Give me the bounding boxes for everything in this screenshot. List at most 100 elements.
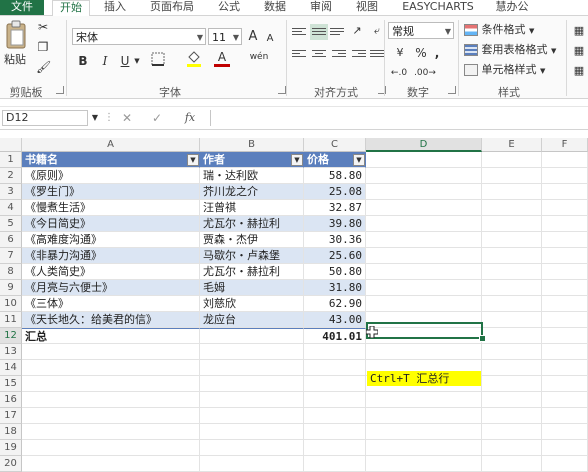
tab-home[interactable]: 开始 <box>52 0 90 17</box>
filter-dropdown-icon[interactable]: ▼ <box>187 154 199 166</box>
cell[interactable] <box>482 184 542 200</box>
table-cell[interactable]: 《三体》 <box>22 296 200 312</box>
column-header-d[interactable]: D <box>366 138 482 152</box>
row-header[interactable]: 17 <box>0 408 22 424</box>
cell[interactable] <box>304 440 366 456</box>
cell[interactable] <box>200 376 304 392</box>
number-format-combo[interactable]: 常规 ▼ <box>388 22 454 39</box>
cell[interactable] <box>366 344 482 360</box>
cell[interactable] <box>482 200 542 216</box>
font-color-button[interactable]: A <box>214 50 230 68</box>
row-header[interactable]: 7 <box>0 248 22 264</box>
font-size-combo[interactable]: 11 ▼ <box>208 28 242 45</box>
copy-icon[interactable]: ❐ <box>36 38 50 56</box>
cell[interactable] <box>200 440 304 456</box>
insert-function-icon[interactable]: fx <box>182 109 198 127</box>
column-header-b[interactable]: B <box>200 138 304 152</box>
table-cell[interactable]: 马歇尔・卢森堡 <box>200 248 304 264</box>
comma-button[interactable]: , <box>430 44 444 62</box>
cell[interactable] <box>366 232 482 248</box>
cell[interactable] <box>542 296 588 312</box>
table-cell[interactable]: 尤瓦尔・赫拉利 <box>200 216 304 232</box>
table-cell[interactable]: 58.80 <box>304 168 366 184</box>
row-header[interactable]: 13 <box>0 344 22 360</box>
orientation-icon[interactable]: ↗ <box>350 22 364 40</box>
row-header[interactable]: 12 <box>0 328 22 344</box>
enter-icon[interactable]: ✓ <box>150 109 164 127</box>
table-header-cell[interactable]: 书籍名 <box>22 152 200 168</box>
table-header-cell[interactable]: 作者 <box>200 152 304 168</box>
cell[interactable] <box>366 440 482 456</box>
table-cell[interactable]: 25.08 <box>304 184 366 200</box>
font-launcher-icon[interactable] <box>278 86 286 94</box>
wrap-text-icon[interactable]: ⤶ <box>370 22 384 40</box>
cancel-icon[interactable]: ✕ <box>120 109 134 127</box>
tab-page-layout[interactable]: 页面布局 <box>144 0 200 15</box>
cell[interactable] <box>22 440 200 456</box>
table-cell[interactable]: 43.00 <box>304 312 366 328</box>
cell[interactable] <box>200 408 304 424</box>
table-cell[interactable]: 62.90 <box>304 296 366 312</box>
cell[interactable] <box>482 152 542 168</box>
format-as-table-button[interactable]: 套用表格格式 ▼ <box>464 42 556 59</box>
cell[interactable] <box>482 440 542 456</box>
cell[interactable] <box>366 248 482 264</box>
table-cell[interactable]: 50.80 <box>304 264 366 280</box>
cell[interactable] <box>542 216 588 232</box>
cell[interactable] <box>542 376 588 392</box>
table-cell[interactable]: 《天长地久：给美君的信》 <box>22 312 200 328</box>
cell[interactable] <box>366 280 482 296</box>
cell[interactable] <box>542 312 588 328</box>
table-cell[interactable]: 《高难度沟通》 <box>22 232 200 248</box>
formula-input[interactable] <box>210 110 588 126</box>
insert-cells-icon[interactable]: ▦ <box>572 22 586 40</box>
table-cell[interactable]: 尤瓦尔・赫拉利 <box>200 264 304 280</box>
tab-easycharts[interactable]: EASYCHARTS <box>396 0 480 15</box>
cell[interactable] <box>542 344 588 360</box>
tab-review[interactable]: 审阅 <box>304 0 338 15</box>
worksheet-grid[interactable]: A B C D E F 1 2 3 4 5 6 7 8 9 10 11 12 13 14 15 16 17 18 1… <box>0 138 588 472</box>
table-cell[interactable]: 31.80 <box>304 280 366 296</box>
column-header-e[interactable]: E <box>482 138 542 152</box>
cell[interactable] <box>542 264 588 280</box>
cell[interactable] <box>22 360 200 376</box>
fill-handle[interactable] <box>479 335 486 342</box>
column-header-f[interactable]: F <box>542 138 588 152</box>
table-cell[interactable]: 《人类简史》 <box>22 264 200 280</box>
cell[interactable] <box>366 456 482 472</box>
cell[interactable] <box>200 456 304 472</box>
font-name-combo[interactable]: 宋体 ▼ <box>72 28 206 45</box>
row-header[interactable]: 6 <box>0 232 22 248</box>
cell[interactable] <box>482 344 542 360</box>
row-header[interactable]: 1 <box>0 152 22 168</box>
cell[interactable] <box>304 392 366 408</box>
cell[interactable] <box>200 344 304 360</box>
tab-formulas[interactable]: 公式 <box>212 0 246 15</box>
cell[interactable] <box>304 424 366 440</box>
row-header[interactable]: 10 <box>0 296 22 312</box>
phonetic-button[interactable]: wén <box>244 52 274 70</box>
cell[interactable] <box>482 456 542 472</box>
currency-icon[interactable]: ¥ <box>390 44 410 62</box>
cell[interactable] <box>482 376 542 392</box>
cell[interactable] <box>366 392 482 408</box>
cell[interactable] <box>22 392 200 408</box>
conditional-format-button[interactable]: 条件格式 ▼ <box>464 22 534 39</box>
cell[interactable] <box>482 280 542 296</box>
cell[interactable] <box>542 392 588 408</box>
row-header[interactable]: 2 <box>0 168 22 184</box>
cell[interactable] <box>542 232 588 248</box>
cell[interactable] <box>304 344 366 360</box>
cell[interactable] <box>366 168 482 184</box>
cell[interactable] <box>542 440 588 456</box>
cell-styles-button[interactable]: 单元格样式 ▼ <box>464 62 545 79</box>
table-cell[interactable]: 《慢煮生活》 <box>22 200 200 216</box>
row-header[interactable]: 19 <box>0 440 22 456</box>
filter-dropdown-icon[interactable]: ▼ <box>291 154 303 166</box>
cell[interactable] <box>542 408 588 424</box>
cell[interactable] <box>482 216 542 232</box>
cell[interactable] <box>200 392 304 408</box>
align-center-icon[interactable] <box>312 48 326 60</box>
row-header[interactable]: 18 <box>0 424 22 440</box>
table-cell[interactable]: 贾森・杰伊 <box>200 232 304 248</box>
